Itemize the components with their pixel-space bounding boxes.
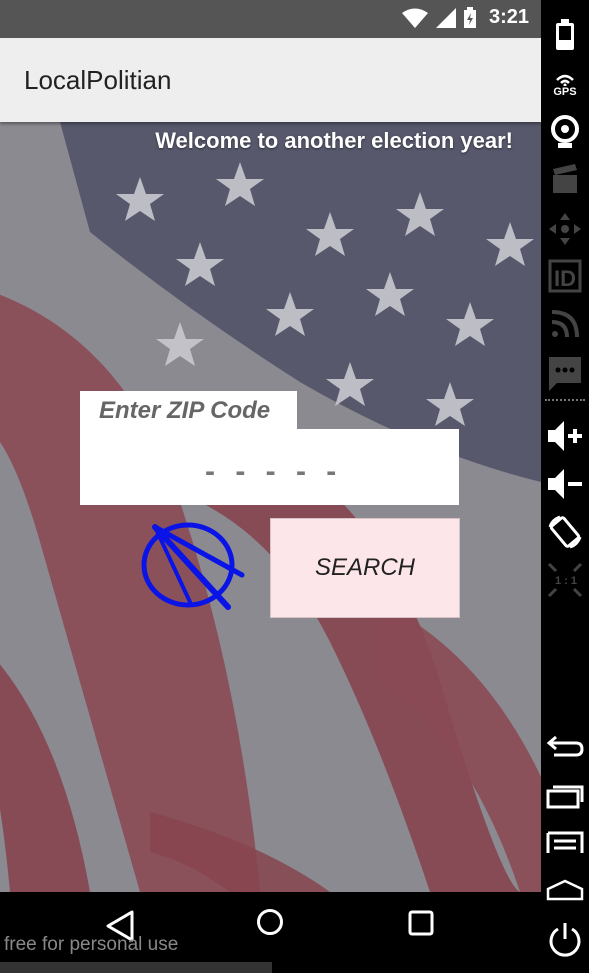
battery-charging-icon [463, 6, 476, 28]
emulator-toolbar: GPS ID 1 : 1 [541, 0, 589, 973]
volume-up-icon[interactable] [541, 418, 589, 454]
zip-label-box: Enter ZIP Code [80, 391, 297, 431]
clapperboard-icon[interactable] [541, 162, 589, 196]
volume-down-icon[interactable] [541, 466, 589, 502]
status-time: 3:21 [488, 6, 529, 28]
rotate-icon[interactable] [541, 512, 589, 552]
id-label: ID [554, 266, 576, 291]
home-outline-icon[interactable] [541, 878, 589, 902]
search-button[interactable]: SEARCH [270, 518, 460, 618]
horizontal-scrollbar[interactable] [0, 962, 272, 973]
navigation-bar: free for personal use [0, 892, 541, 973]
signal-icon [435, 7, 456, 28]
compass-icon[interactable] [138, 517, 248, 612]
recents-icon[interactable] [408, 910, 434, 936]
power-icon[interactable] [541, 920, 589, 960]
main-content: Welcome to another election year! Enter … [0, 122, 541, 892]
watermark-text: free for personal use [4, 934, 179, 955]
camera-icon[interactable] [541, 114, 589, 150]
flag-background [0, 122, 541, 892]
status-bar: 3:21 [0, 0, 541, 38]
gps-icon[interactable]: GPS [541, 68, 589, 102]
gps-label: GPS [553, 86, 577, 98]
id-icon[interactable]: ID [541, 258, 589, 294]
recents-window-icon[interactable] [541, 782, 589, 810]
app-bar: LocalPolitian [0, 38, 541, 122]
scale-label: 1 : 1 [555, 575, 577, 587]
toolbar-separator [545, 399, 585, 401]
zip-label: Enter ZIP Code [99, 397, 271, 424]
app-title: LocalPolitian [24, 65, 172, 95]
back-arrow-icon[interactable] [541, 732, 589, 762]
battery-icon[interactable] [541, 18, 589, 52]
home-icon[interactable] [256, 908, 284, 936]
rss-icon[interactable] [541, 306, 589, 342]
sms-icon[interactable] [541, 354, 589, 394]
welcome-text: Welcome to another election year! [155, 128, 513, 153]
status-icons: 3:21 [401, 6, 529, 29]
dpad-icon[interactable] [541, 210, 589, 248]
phone-screen: 3:21 LocalPolitian Welcome to another el… [0, 0, 541, 892]
wifi-icon [401, 8, 428, 28]
menu-icon[interactable] [541, 830, 589, 854]
scale-icon[interactable]: 1 : 1 [541, 560, 589, 600]
zip-code-input[interactable] [80, 429, 459, 505]
